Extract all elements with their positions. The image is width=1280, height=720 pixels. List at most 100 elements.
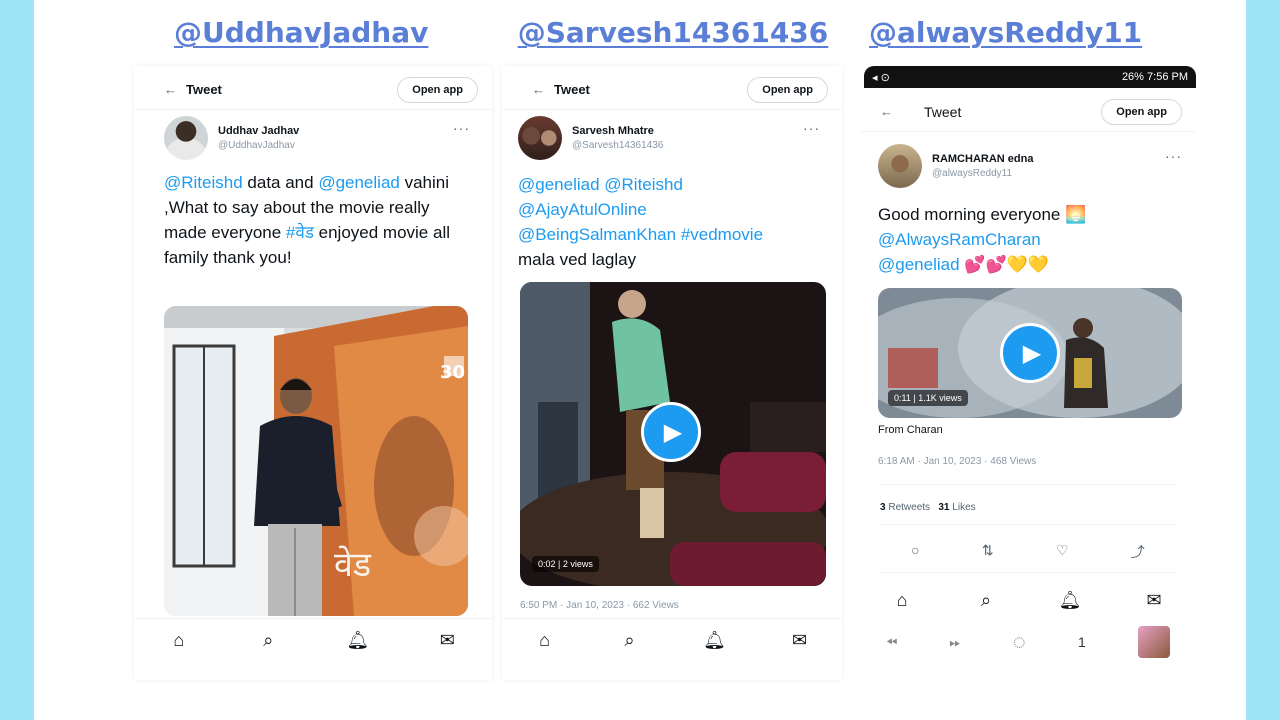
- mention-link[interactable]: @BeingSalmanKhan: [518, 225, 676, 244]
- status-time: 7:56 PM: [1147, 71, 1188, 83]
- retweets-count: 3: [880, 502, 886, 513]
- status-battery: 26%: [1121, 71, 1144, 83]
- search-icon[interactable]: ⌕: [253, 630, 283, 651]
- mention-link[interactable]: @AlwaysRamCharan: [878, 227, 1176, 252]
- play-button-icon[interactable]: ▶: [641, 402, 701, 462]
- search-icon[interactable]: ⌕: [971, 590, 1001, 611]
- retweet-icon[interactable]: ⇅: [982, 542, 994, 562]
- fast-forward-icon[interactable]: ⏩︎: [949, 634, 960, 651]
- divider: [880, 484, 1176, 485]
- notifications-bell-icon[interactable]: 🔔︎: [1055, 590, 1085, 611]
- hashtag-link[interactable]: #vedmovie: [676, 225, 763, 244]
- tweet-text: Good morning everyone 🌅 @AlwaysRamCharan…: [878, 202, 1176, 277]
- handle-link-sarvesh[interactable]: @Sarvesh14361436: [508, 16, 838, 49]
- home-icon[interactable]: ⌂: [164, 630, 194, 651]
- hashtag-link[interactable]: #वेड: [286, 223, 314, 242]
- tweet-topbar: ← Tweet Open app: [502, 70, 842, 110]
- video-views-badge: 0:02 | 2 views: [532, 556, 599, 572]
- tweet-text: @geneliad @Riteishd @AjayAtulOnline @Bei…: [518, 172, 822, 272]
- divider: [880, 524, 1176, 525]
- tweet-author[interactable]: Uddhav Jadhav @UddhavJadhav: [164, 116, 299, 160]
- tweet-text: @Riteishd data and @geneliad vahini ,Wha…: [164, 170, 472, 270]
- open-app-button[interactable]: Open app: [397, 76, 478, 103]
- collage-background: @UddhavJadhav @Sarvesh14361436 @alwaysRe…: [34, 0, 1246, 720]
- tweet-timestamp: 6:18 AM · Jan 10, 2023 · 468 Views: [878, 456, 1037, 467]
- messages-envelope-icon[interactable]: ✉︎: [1139, 590, 1169, 611]
- share-icon[interactable]: ⤴: [1131, 542, 1145, 562]
- likes-count: 31: [938, 502, 950, 513]
- messages-envelope-icon[interactable]: ✉︎: [432, 630, 462, 651]
- like-heart-icon[interactable]: ♡: [1056, 542, 1069, 562]
- back-arrow-icon[interactable]: ←: [532, 82, 554, 97]
- tweet-photo[interactable]: वेड 30: [164, 306, 468, 616]
- mention-links[interactable]: @geneliad @Riteishd: [518, 172, 822, 197]
- tweet-video[interactable]: ▶ 0:02 | 2 views: [520, 282, 826, 586]
- notifications-bell-icon[interactable]: 🔔︎: [343, 630, 373, 651]
- retweets-label[interactable]: Retweets: [888, 502, 930, 513]
- reply-icon[interactable]: ○: [911, 542, 919, 562]
- tweet-actions: ○ ⇅ ♡ ⤴: [880, 542, 1176, 562]
- status-icons-left: ◂ ⊙: [872, 71, 890, 84]
- tweet-timestamp: 6:50 PM · Jan 10, 2023 · 662 Views: [520, 600, 679, 611]
- tweet-text-part: mala ved laglay: [518, 250, 637, 269]
- video-views-badge: 0:11 | 1.1K views: [888, 390, 968, 406]
- author-handle: @alwaysReddy11: [932, 168, 1013, 179]
- messages-envelope-icon[interactable]: ✉︎: [785, 630, 815, 651]
- phone-status-bar: ◂ ⊙ 26% 7:56 PM: [864, 66, 1196, 88]
- tweet-author[interactable]: RAMCHARAN edna @alwaysReddy11: [878, 144, 1033, 188]
- author-name: Sarvesh Mhatre: [572, 125, 654, 137]
- back-arrow-icon[interactable]: ←: [164, 82, 186, 97]
- back-arrow-icon[interactable]: ←: [880, 104, 924, 119]
- topbar-title: Tweet: [924, 103, 962, 120]
- more-options-icon[interactable]: ···: [453, 120, 470, 136]
- photo-man-with-poster: वेड 30: [164, 306, 468, 616]
- bottom-nav: ⌂ ⌕ 🔔︎ ✉︎: [502, 618, 842, 662]
- author-name: Uddhav Jadhav: [218, 125, 300, 137]
- avatar[interactable]: [518, 116, 562, 160]
- tweet-topbar: ← Tweet Open app: [134, 70, 492, 110]
- search-icon[interactable]: ⌕: [615, 630, 645, 651]
- handle-link-alwaysreddy[interactable]: @alwaysReddy11: [869, 16, 1142, 49]
- mention-link[interactable]: @Riteishd: [164, 173, 243, 192]
- home-icon[interactable]: ⌂: [887, 590, 917, 611]
- page-number: 1: [1077, 634, 1086, 650]
- tweet-card-sarvesh: ← Tweet Open app Sarvesh Mhatre @Sarvesh…: [502, 66, 842, 680]
- tweet-topbar: ← Tweet Open app: [860, 92, 1196, 132]
- tweet-card-alwaysreddy: ◂ ⊙ 26% 7:56 PM ← Tweet Open app RAMCHAR…: [860, 66, 1196, 666]
- tweet-author[interactable]: Sarvesh Mhatre @Sarvesh14361436: [518, 116, 663, 160]
- divider: [880, 572, 1176, 573]
- user-thumbnail-avatar[interactable]: [1137, 626, 1170, 658]
- tweet-text-part: Good morning everyone 🌅: [878, 205, 1087, 224]
- handle-link-uddhav[interactable]: @UddhavJadhav: [174, 16, 428, 49]
- video-source-label: From Charan: [878, 424, 943, 436]
- avatar[interactable]: [164, 116, 208, 160]
- bottom-nav: ⌂ ⌕ 🔔︎ ✉︎: [860, 580, 1196, 620]
- open-app-button[interactable]: Open app: [747, 76, 828, 103]
- more-options-icon[interactable]: ···: [803, 120, 820, 136]
- loading-circle-icon: ◌: [1012, 629, 1026, 654]
- avatar[interactable]: [878, 144, 922, 188]
- play-button-icon[interactable]: ▶: [1000, 323, 1060, 383]
- tweet-video[interactable]: ▶ 0:11 | 1.1K views: [878, 288, 1182, 418]
- author-name: RAMCHARAN edna: [932, 153, 1034, 165]
- notifications-bell-icon[interactable]: 🔔︎: [700, 630, 730, 651]
- bottom-nav: ⌂ ⌕ 🔔︎ ✉︎: [134, 618, 492, 662]
- open-app-button[interactable]: Open app: [1101, 98, 1182, 125]
- tweet-stats: 3 Retweets 31 Likes: [880, 502, 976, 513]
- tweet-card-uddhav: ← Tweet Open app Uddhav Jadhav @UddhavJa…: [134, 66, 492, 680]
- likes-label[interactable]: Likes: [952, 502, 975, 513]
- author-handle: @Sarvesh14361436: [572, 140, 664, 151]
- topbar-title: Tweet: [554, 82, 590, 97]
- emoji-hearts: 💕💕💛💛: [964, 255, 1049, 274]
- mention-link[interactable]: @geneliad: [878, 255, 960, 274]
- mention-link[interactable]: @geneliad: [318, 173, 400, 192]
- more-options-icon[interactable]: ···: [1165, 148, 1182, 164]
- mention-link[interactable]: @AjayAtulOnline: [518, 197, 822, 222]
- tweet-text-part: data and: [242, 173, 319, 192]
- system-nav-bar: ⏪︎ ⏩︎ ◌ 1: [860, 622, 1196, 662]
- rewind-icon[interactable]: ⏪︎: [886, 634, 897, 651]
- poster-days: 30: [440, 362, 465, 383]
- topbar-title: Tweet: [186, 82, 222, 97]
- poster-title: वेड: [334, 545, 372, 585]
- home-icon[interactable]: ⌂: [530, 630, 560, 651]
